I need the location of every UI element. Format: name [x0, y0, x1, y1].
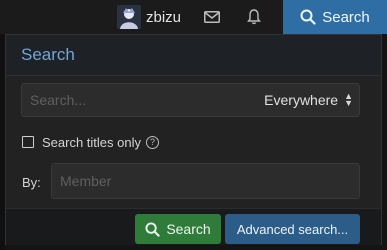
search-input[interactable] [22, 84, 242, 116]
search-dropdown-panel: Search Everywhere ▲▼ Search titles only … [5, 34, 382, 245]
bell-icon[interactable] [244, 8, 264, 26]
nav-search-label: Search [322, 8, 370, 26]
titles-only-option[interactable]: Search titles only ? [22, 134, 159, 150]
scope-select[interactable]: Everywhere ▲ ▼ [264, 84, 353, 116]
select-arrows-icon: ▲ ▼ [344, 91, 353, 108]
search-submit-label: Search [166, 221, 211, 237]
username: zbizu [146, 8, 182, 26]
user-menu[interactable]: zbizu [117, 4, 181, 30]
titles-only-label: Search titles only [42, 134, 141, 150]
envelope-icon[interactable] [202, 8, 222, 26]
search-field-row: Everywhere ▲▼ [21, 83, 360, 117]
avatar [117, 5, 141, 29]
search-icon [145, 221, 160, 237]
advanced-search-label: Advanced search... [236, 221, 349, 237]
scope-select-value: Everywhere [264, 92, 339, 108]
member-input[interactable] [51, 163, 360, 199]
nav-search-button[interactable]: Search [283, 0, 387, 34]
titles-only-checkbox[interactable] [22, 136, 34, 148]
panel-title: Search [6, 35, 381, 76]
search-icon [300, 9, 316, 25]
top-navigation-bar: zbizu Search [0, 0, 387, 34]
help-icon[interactable]: ? [146, 135, 159, 149]
search-submit-button[interactable]: Search [135, 214, 221, 244]
panel-footer: Search Advanced search... [6, 208, 381, 245]
advanced-search-button[interactable]: Advanced search... [225, 214, 360, 244]
by-label: By: [22, 175, 41, 190]
